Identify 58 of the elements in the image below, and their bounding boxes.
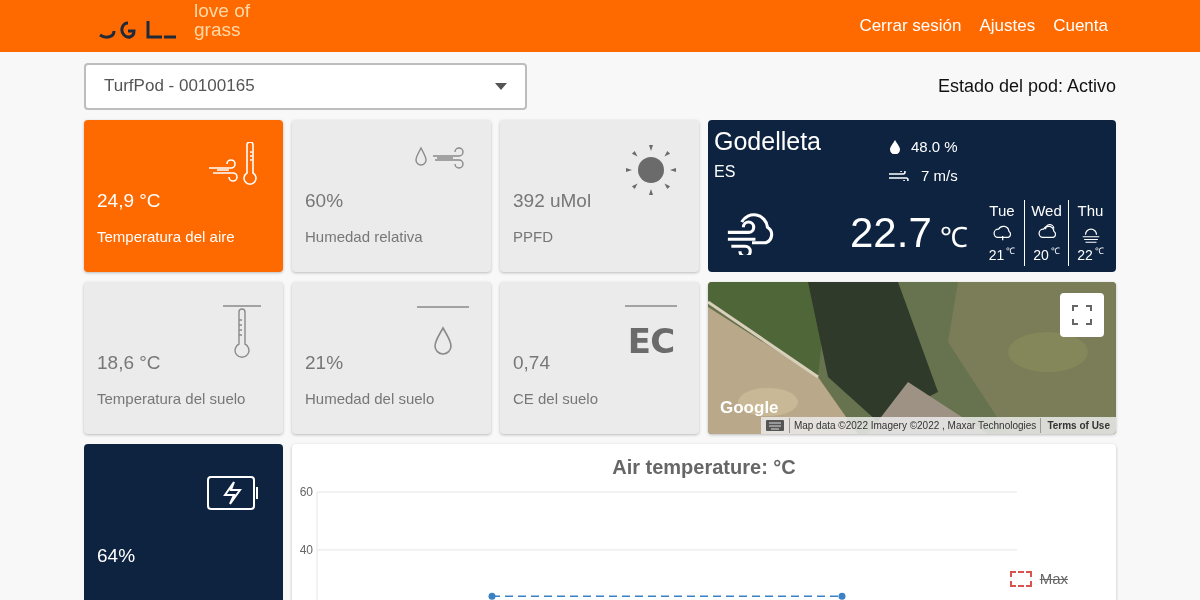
pod-status: Estado del pod: Activo [937, 74, 1116, 98]
thermometer-icon [221, 304, 263, 360]
terms-link[interactable]: Terms of Use [1040, 418, 1116, 433]
sensor-label: PPFD [513, 226, 554, 247]
sensor-card[interactable]: 21% Humedad del suelo [292, 282, 491, 434]
sensor-card[interactable]: EC 0,74 CE del suelo [500, 282, 699, 434]
forecast-temperature: 22℃ [1077, 244, 1104, 265]
sensor-card[interactable]: 24,9 °C Temperatura del aire [84, 120, 283, 272]
tagline-text: love of [194, 1, 251, 20]
chart-title: Air temperature: °C [611, 455, 797, 480]
sensor-label: Humedad relativa [305, 226, 424, 247]
humidity-icon [889, 140, 901, 155]
forecast-day: Tue [989, 200, 1015, 223]
y-tick-label: 60 [299, 485, 313, 499]
battery-charging-icon [207, 476, 261, 510]
forecast-temperature: 20℃ [1033, 244, 1060, 265]
fullscreen-button[interactable] [1060, 293, 1104, 337]
nav-link[interactable]: Cuenta [1053, 12, 1108, 38]
y-tick-label: 40 [299, 542, 313, 557]
humidity-value: 48.0 % [911, 137, 958, 157]
sensor-card[interactable]: 392 uMol PPFD [500, 120, 699, 272]
forecast-temperature: 21℃ [988, 244, 1016, 265]
sensor-label: Temperatura del aire [97, 226, 236, 247]
sensor-value: 0,74 [513, 351, 551, 375]
map-attribution: Map data ©2022 Imagery ©2022 , Maxar Technologies [788, 418, 1041, 433]
battery-value: 64% [97, 543, 137, 568]
forecast-day: Thu [1077, 200, 1104, 223]
sensor-value: 18,6 °C [97, 351, 162, 375]
sun-icon [623, 142, 679, 198]
sensor-value: 60% [305, 189, 345, 213]
legend-label[interactable]: Max [1039, 568, 1068, 591]
sensor-card[interactable]: 18,6 °C Temperatura del suelo [84, 282, 283, 434]
nav-link[interactable]: Cerrar sesión [859, 12, 962, 38]
temperature-unit: ℃ [939, 221, 968, 255]
sensor-card[interactable]: 60% Humedad relativa [292, 120, 491, 272]
tagline-text: grass [194, 20, 242, 39]
sensor-value: 24,9 °C [97, 189, 162, 213]
map-logo: Google [720, 399, 779, 417]
sensor-label: Temperatura del suelo [97, 388, 247, 409]
city-name: Godelleta [714, 126, 823, 156]
sensor-value: 21% [305, 351, 345, 375]
pod-select[interactable]: TurfPod - 00100165 [84, 62, 527, 110]
country-code: ES [714, 162, 737, 182]
ec-icon: EC [627, 324, 675, 358]
wind-value: 7 m/s [921, 165, 958, 186]
divider-line-icon [623, 304, 679, 308]
current-temperature: 22.7 [850, 212, 932, 254]
logo-icon [98, 21, 178, 39]
sensor-value: 392 uMol [513, 189, 593, 213]
forecast-day: Wed [1031, 200, 1062, 223]
keyboard-icon [765, 420, 784, 431]
nav-link[interactable]: Ajustes [979, 12, 1036, 38]
fullscreen-icon [1072, 305, 1092, 325]
wind-icon [889, 170, 909, 181]
caret-icon [495, 82, 507, 90]
sensor-label: CE del suelo [513, 388, 600, 409]
drop-icon [415, 304, 471, 358]
sensor-label: Humedad del suelo [305, 388, 436, 409]
